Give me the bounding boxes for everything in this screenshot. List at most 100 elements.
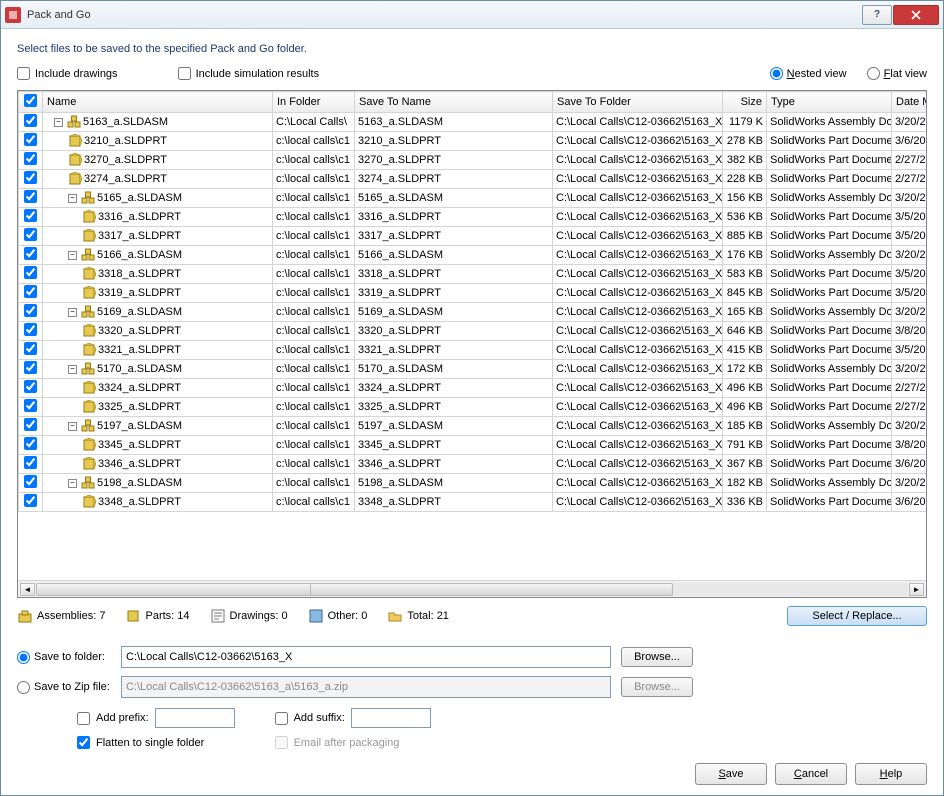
save-to-name-cell[interactable]: 5165_a.SLDASM [355,189,553,208]
save-to-name-cell[interactable]: 5169_a.SLDASM [355,303,553,322]
row-checkbox[interactable] [19,493,43,512]
save-to-name-cell[interactable]: 5197_a.SLDASM [355,417,553,436]
col-name[interactable]: Name [43,92,273,113]
save-to-folder-cell[interactable]: C:\Local Calls\C12-03662\5163_X [553,417,723,436]
scroll-left-arrow[interactable]: ◄ [20,583,35,596]
include-drawings-checkbox[interactable]: Include drawings [17,67,118,80]
save-to-folder-cell[interactable]: C:\Local Calls\C12-03662\5163_X [553,360,723,379]
save-to-name-cell[interactable]: 5170_a.SLDASM [355,360,553,379]
col-save-to-folder[interactable]: Save To Folder [553,92,723,113]
save-folder-input[interactable] [121,646,611,668]
table-row[interactable]: −5197_a.SLDASMc:\local calls\c15197_a.SL… [19,417,927,436]
col-size[interactable]: Size [723,92,767,113]
row-checkbox[interactable] [19,246,43,265]
row-checkbox[interactable] [19,341,43,360]
cancel-button[interactable]: Cancel [775,763,847,785]
save-to-folder-cell[interactable]: C:\Local Calls\C12-03662\5163_X [553,113,723,132]
row-checkbox[interactable] [19,379,43,398]
table-row[interactable]: 3316_a.SLDPRTc:\local calls\c13316_a.SLD… [19,208,927,227]
table-row[interactable]: −5163_a.SLDASMC:\Local Calls\5163_a.SLDA… [19,113,927,132]
save-to-name-cell[interactable]: 5163_a.SLDASM [355,113,553,132]
close-window-button[interactable] [893,5,939,25]
table-row[interactable]: 3348_a.SLDPRTc:\local calls\c13348_a.SLD… [19,493,927,512]
save-to-folder-cell[interactable]: C:\Local Calls\C12-03662\5163_X [553,398,723,417]
save-to-folder-cell[interactable]: C:\Local Calls\C12-03662\5163_X [553,436,723,455]
table-row[interactable]: −5198_a.SLDASMc:\local calls\c15198_a.SL… [19,474,927,493]
save-to-folder-cell[interactable]: C:\Local Calls\C12-03662\5163_X [553,493,723,512]
col-save-to-name[interactable]: Save To Name [355,92,553,113]
save-button[interactable]: Save [695,763,767,785]
row-checkbox[interactable] [19,132,43,151]
table-row[interactable]: −5169_a.SLDASMc:\local calls\c15169_a.SL… [19,303,927,322]
row-checkbox[interactable] [19,284,43,303]
tree-collapse-icon[interactable]: − [54,118,63,127]
save-to-name-cell[interactable]: 3316_a.SLDPRT [355,208,553,227]
row-checkbox[interactable] [19,398,43,417]
save-to-name-cell[interactable]: 3319_a.SLDPRT [355,284,553,303]
select-replace-button[interactable]: Select / Replace... [787,606,927,626]
save-to-name-cell[interactable]: 3317_a.SLDPRT [355,227,553,246]
table-row[interactable]: −5170_a.SLDASMc:\local calls\c15170_a.SL… [19,360,927,379]
save-to-folder-cell[interactable]: C:\Local Calls\C12-03662\5163_X [553,132,723,151]
suffix-input[interactable] [351,708,431,728]
row-checkbox[interactable] [19,170,43,189]
table-row[interactable]: 3320_a.SLDPRTc:\local calls\c13320_a.SLD… [19,322,927,341]
tree-collapse-icon[interactable]: − [68,422,77,431]
nested-view-radio[interactable]: Nested view [770,67,847,80]
save-to-name-cell[interactable]: 3325_a.SLDPRT [355,398,553,417]
tree-collapse-icon[interactable]: − [68,365,77,374]
row-checkbox[interactable] [19,208,43,227]
table-row[interactable]: 3321_a.SLDPRTc:\local calls\c13321_a.SLD… [19,341,927,360]
save-to-folder-cell[interactable]: C:\Local Calls\C12-03662\5163_X [553,208,723,227]
row-checkbox[interactable] [19,417,43,436]
save-to-folder-cell[interactable]: C:\Local Calls\C12-03662\5163_X [553,246,723,265]
table-row[interactable]: 3346_a.SLDPRTc:\local calls\c13346_a.SLD… [19,455,927,474]
save-to-zip-radio[interactable]: Save to Zip file: [17,681,117,694]
table-row[interactable]: 3274_a.SLDPRTc:\local calls\c13274_a.SLD… [19,170,927,189]
save-to-name-cell[interactable]: 3324_a.SLDPRT [355,379,553,398]
add-prefix-option[interactable]: Add prefix: [77,708,235,728]
table-row[interactable]: −5165_a.SLDASMc:\local calls\c15165_a.SL… [19,189,927,208]
horizontal-scrollbar[interactable]: ◄ ► [18,580,926,597]
tree-collapse-icon[interactable]: − [68,308,77,317]
help-button[interactable]: Help [855,763,927,785]
table-row[interactable]: 3317_a.SLDPRTc:\local calls\c13317_a.SLD… [19,227,927,246]
flatten-option[interactable]: Flatten to single folder [77,736,235,749]
table-row[interactable]: 3319_a.SLDPRTc:\local calls\c13319_a.SLD… [19,284,927,303]
save-to-folder-cell[interactable]: C:\Local Calls\C12-03662\5163_X [553,284,723,303]
row-checkbox[interactable] [19,189,43,208]
row-checkbox[interactable] [19,113,43,132]
save-to-name-cell[interactable]: 3270_a.SLDPRT [355,151,553,170]
save-to-folder-radio[interactable]: Save to folder: [17,651,117,664]
table-row[interactable]: −5166_a.SLDASMc:\local calls\c15166_a.SL… [19,246,927,265]
row-checkbox[interactable] [19,151,43,170]
row-checkbox[interactable] [19,303,43,322]
flat-view-radio[interactable]: Flat view [867,67,927,80]
table-row[interactable]: 3345_a.SLDPRTc:\local calls\c13345_a.SLD… [19,436,927,455]
row-checkbox[interactable] [19,455,43,474]
save-to-folder-cell[interactable]: C:\Local Calls\C12-03662\5163_X [553,474,723,493]
row-checkbox[interactable] [19,436,43,455]
row-checkbox[interactable] [19,474,43,493]
table-row[interactable]: 3210_a.SLDPRTc:\local calls\c13210_a.SLD… [19,132,927,151]
save-to-folder-cell[interactable]: C:\Local Calls\C12-03662\5163_X [553,227,723,246]
tree-collapse-icon[interactable]: − [68,251,77,260]
prefix-input[interactable] [155,708,235,728]
col-in-folder[interactable]: In Folder [273,92,355,113]
save-to-name-cell[interactable]: 3345_a.SLDPRT [355,436,553,455]
save-to-folder-cell[interactable]: C:\Local Calls\C12-03662\5163_X [553,341,723,360]
save-to-folder-cell[interactable]: C:\Local Calls\C12-03662\5163_X [553,151,723,170]
save-to-folder-cell[interactable]: C:\Local Calls\C12-03662\5163_X [553,455,723,474]
row-checkbox[interactable] [19,360,43,379]
col-date[interactable]: Date M [892,92,927,113]
tree-collapse-icon[interactable]: − [68,479,77,488]
save-to-name-cell[interactable]: 5166_a.SLDASM [355,246,553,265]
tree-collapse-icon[interactable]: − [68,194,77,203]
col-type[interactable]: Type [767,92,892,113]
save-to-name-cell[interactable]: 3321_a.SLDPRT [355,341,553,360]
scroll-right-arrow[interactable]: ► [909,583,924,596]
save-to-name-cell[interactable]: 3320_a.SLDPRT [355,322,553,341]
table-row[interactable]: 3324_a.SLDPRTc:\local calls\c13324_a.SLD… [19,379,927,398]
save-to-name-cell[interactable]: 5198_a.SLDASM [355,474,553,493]
row-checkbox[interactable] [19,227,43,246]
